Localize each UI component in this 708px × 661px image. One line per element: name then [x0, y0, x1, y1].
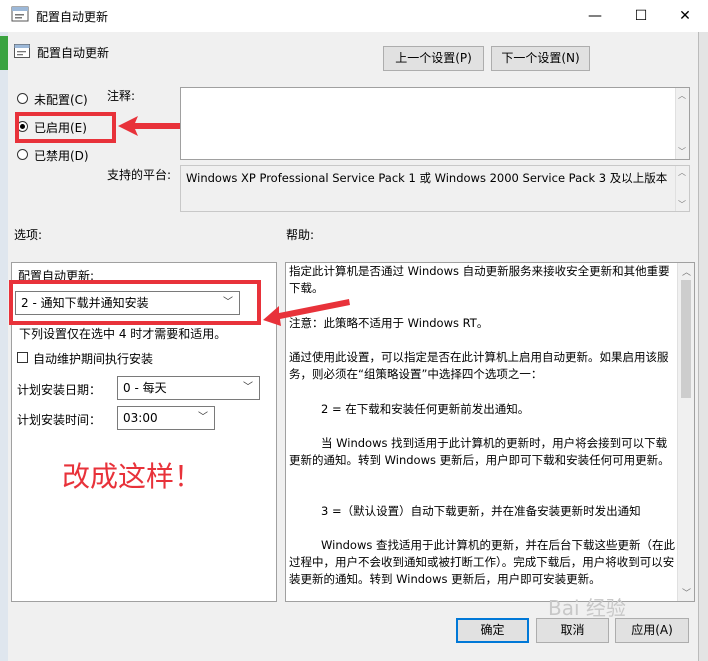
policy-name: 配置自动更新 [37, 46, 110, 60]
not-configured-radio[interactable] [17, 93, 28, 104]
comment-textarea[interactable]: ︿ ﹀ [180, 87, 690, 160]
platforms-scrollbar[interactable]: ︿ ﹀ [675, 166, 689, 211]
install-day-select[interactable]: 0 - 每天 ﹀ [117, 376, 260, 400]
policy-app-icon [11, 5, 29, 23]
desktop-background-left [0, 32, 8, 661]
install-time-select[interactable]: 03:00 ﹀ [117, 406, 215, 430]
window-title: 配置自动更新 [36, 10, 109, 24]
next-setting-button[interactable]: 下一个设置(N) [491, 46, 590, 71]
annotation-text: 改成这样！ [62, 460, 203, 493]
maximize-icon: ☐ [634, 8, 648, 24]
platforms-value: Windows XP Professional Service Pack 1 或… [186, 171, 668, 185]
comment-label: 注释: [107, 89, 136, 103]
scroll-down-icon: ﹀ [678, 200, 686, 209]
help-section-label: 帮助: [286, 228, 315, 242]
annotation-arrow-icon [263, 299, 350, 326]
install-time-value: 03:00 [123, 411, 158, 425]
annotation-arrow-icon [118, 116, 180, 136]
maintenance-install-label: 自动维护期间执行安装 [33, 352, 154, 366]
install-day-value: 0 - 每天 [123, 381, 167, 395]
desktop-background-right [698, 32, 708, 661]
options-section-label: 选项: [14, 228, 43, 242]
ok-button[interactable]: 确定 [456, 618, 529, 643]
scroll-down-icon: ﹀ [678, 147, 686, 156]
scroll-down-icon: ﹀ [682, 589, 692, 599]
maximize-button[interactable]: ☐ [618, 0, 664, 32]
scroll-up-icon: ︿ [682, 268, 692, 278]
maintenance-install-checkbox[interactable] [17, 352, 28, 363]
close-button[interactable]: ✕ [662, 0, 708, 32]
annotation-highlight-enabled [15, 112, 116, 143]
install-day-label: 计划安装日期： [17, 383, 102, 397]
scroll-up-icon: ︿ [678, 91, 686, 100]
help-scroll-thumb[interactable] [681, 280, 691, 398]
disabled-label: 已禁用(D) [34, 149, 89, 163]
disabled-radio[interactable] [17, 149, 28, 160]
desktop-green-tab [0, 36, 8, 70]
not-configured-label: 未配置(C) [34, 93, 88, 107]
help-paragraph: 通过使用此设置，可以指定是否在此计算机上启用自动更新。如果启用该服务，则必须在“… [289, 350, 669, 381]
policy-icon [14, 43, 30, 59]
help-paragraph: 指定此计算机是否通过 Windows 自动更新服务来接收安全更新和其他重要下载。 [289, 264, 670, 295]
platforms-label: 支持的平台: [107, 168, 172, 182]
help-scrollbar[interactable]: ︿ ﹀ [677, 263, 694, 601]
help-paragraph: 3 =（默认设置）自动下载更新，并在准备安装更新时发出通知 [321, 504, 641, 518]
cancel-button[interactable]: 取消 [536, 618, 609, 643]
help-paragraph: 当 Windows 找到适用于此计算机的更新时，用户将会接到可以下载更新的通知。… [289, 436, 670, 467]
minimize-button[interactable]: — [572, 0, 618, 32]
minimize-icon: — [588, 8, 602, 24]
annotation-highlight-select [9, 280, 261, 325]
previous-setting-button[interactable]: 上一个设置(P) [383, 46, 484, 71]
options-note: 下列设置仅在选中 4 时才需要和适用。 [19, 327, 227, 341]
chevron-down-icon: ﹀ [243, 382, 253, 393]
help-paragraph: Windows 查找适用于此计算机的更新，并在后台下载这些更新（在此过程中，用户… [289, 538, 675, 586]
comment-scrollbar[interactable]: ︿ ﹀ [675, 88, 689, 159]
install-time-label: 计划安装时间： [17, 413, 102, 427]
help-paragraph: 2 = 在下载和安装任何更新前发出通知。 [321, 402, 530, 416]
chevron-down-icon: ﹀ [198, 412, 208, 423]
scroll-up-icon: ︿ [678, 168, 686, 177]
close-icon: ✕ [679, 8, 691, 24]
platforms-box: Windows XP Professional Service Pack 1 或… [180, 165, 690, 212]
apply-button[interactable]: 应用(A) [615, 618, 689, 643]
watermark: Bai 经验 [548, 596, 626, 620]
